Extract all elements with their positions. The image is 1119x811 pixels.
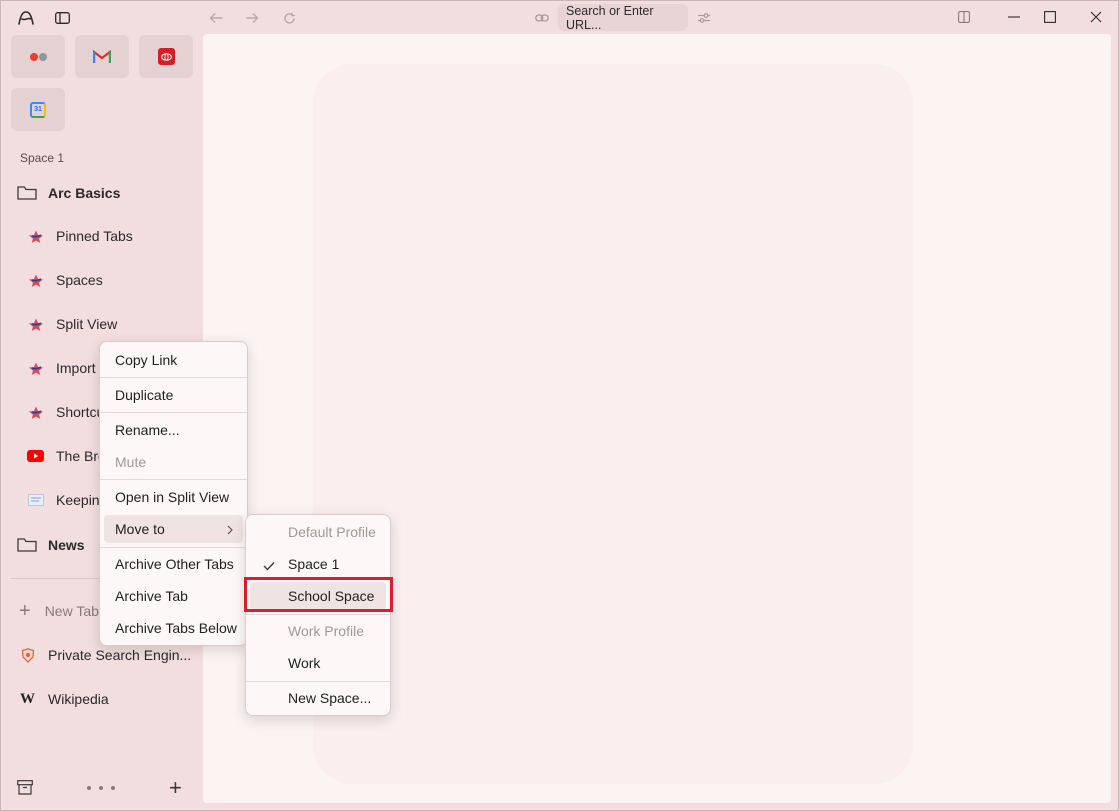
tab-label: Shortcu <box>56 404 105 420</box>
tab-label: Keepin <box>56 492 100 508</box>
split-view-icon[interactable] <box>951 5 977 29</box>
browser-window: Search or Enter URL... 31 Space 1 Arc Ba… <box>0 0 1119 811</box>
sidebar-bottom-bar: + <box>1 774 203 804</box>
plus-icon: + <box>19 600 31 622</box>
chevron-right-icon <box>227 522 233 538</box>
youtube-icon <box>27 449 44 463</box>
submenu-item-work-profile: Work Profile <box>288 623 364 639</box>
menu-item-open-split-view[interactable]: Open in Split View <box>104 483 243 511</box>
menu-item-archive-tab[interactable]: Archive Tab <box>104 582 243 610</box>
submenu-item-label: Space 1 <box>288 556 340 572</box>
folder-news[interactable]: News <box>17 533 85 557</box>
folder-icon <box>17 186 37 200</box>
tab-label: Spaces <box>56 272 103 288</box>
tab-keeping[interactable]: Keepin <box>27 489 100 511</box>
new-tab-button[interactable]: + New Tab <box>19 601 99 621</box>
more-options-icon[interactable] <box>87 786 115 790</box>
pinned-favorite-toyota[interactable] <box>139 35 193 78</box>
submenu-item-default-profile: Default Profile <box>288 524 376 540</box>
menu-item-rename[interactable]: Rename... <box>104 416 243 444</box>
tab-label: Split View <box>56 316 118 332</box>
address-bar[interactable]: Search or Enter URL... <box>558 4 688 32</box>
close-icon[interactable] <box>1083 5 1109 29</box>
folder-label: Arc Basics <box>48 185 121 201</box>
space-name-label: Space 1 <box>20 151 65 165</box>
folder-arc-basics[interactable]: Arc Basics <box>17 181 120 205</box>
arc-star-icon <box>27 361 44 375</box>
tab-wikipedia[interactable]: W Wikipedia <box>19 688 109 710</box>
tab-private-search[interactable]: Private Search Engin... <box>19 644 191 666</box>
brave-shield-icon <box>19 647 36 663</box>
menu-separator <box>100 412 247 413</box>
forward-arrow-icon[interactable] <box>241 7 263 29</box>
move-to-submenu: Default Profile Space 1 School Space Wor… <box>245 514 391 716</box>
site-controls-icon[interactable] <box>693 7 715 29</box>
tab-pinned-tabs[interactable]: Pinned Tabs <box>27 225 133 247</box>
arc-logo-icon[interactable] <box>15 7 37 29</box>
tab-label: Import <box>56 360 96 376</box>
new-tab-label: New Tab <box>44 603 99 619</box>
menu-separator <box>246 681 390 682</box>
folder-icon <box>17 538 37 552</box>
tab-label: Private Search Engin... <box>48 647 192 663</box>
submenu-item-school-space[interactable]: School Space <box>250 582 386 610</box>
toyota-icon <box>157 48 175 65</box>
back-arrow-icon[interactable] <box>205 7 227 29</box>
wikipedia-icon: W <box>20 690 35 707</box>
arc-star-icon <box>27 405 44 419</box>
arc-star-icon <box>27 229 44 243</box>
menu-item-copy-link[interactable]: Copy Link <box>104 346 243 374</box>
document-thumbnail-icon <box>27 493 44 507</box>
link-icon[interactable] <box>531 7 553 29</box>
flickr-icon <box>29 52 47 61</box>
menu-item-archive-other-tabs[interactable]: Archive Other Tabs <box>104 550 243 578</box>
menu-separator <box>246 614 390 615</box>
menu-item-mute: Mute <box>115 454 147 470</box>
menu-item-duplicate[interactable]: Duplicate <box>104 381 243 409</box>
tab-label: Wikipedia <box>48 691 109 707</box>
checkmark-icon <box>263 558 275 574</box>
reload-icon[interactable] <box>278 7 300 29</box>
folder-label: News <box>48 537 85 553</box>
tab-spaces[interactable]: Spaces <box>27 269 103 291</box>
minimize-icon[interactable] <box>1001 5 1027 29</box>
title-bar: Search or Enter URL... <box>1 1 1118 34</box>
pinned-favorite-calendar[interactable]: 31 <box>11 88 65 131</box>
menu-separator <box>100 479 247 480</box>
tab-split-view[interactable]: Split View <box>27 313 117 335</box>
gmail-icon <box>93 49 111 63</box>
menu-item-move-to[interactable]: Move to <box>104 515 243 543</box>
arc-star-icon <box>27 317 44 331</box>
content-placeholder <box>313 64 913 784</box>
menu-separator <box>100 547 247 548</box>
tab-import[interactable]: Import <box>27 357 96 379</box>
new-space-plus-icon[interactable]: + <box>169 777 182 799</box>
submenu-item-new-space[interactable]: New Space... <box>250 684 386 712</box>
tab-label: Pinned Tabs <box>56 228 133 244</box>
submenu-item-space-1[interactable]: Space 1 <box>250 550 386 578</box>
google-calendar-icon: 31 <box>30 101 46 118</box>
menu-item-archive-tabs-below[interactable]: Archive Tabs Below <box>104 614 243 642</box>
pinned-favorite-flickr[interactable] <box>11 35 65 78</box>
pinned-favorite-gmail[interactable] <box>75 35 129 78</box>
archive-icon[interactable] <box>17 780 33 800</box>
sidebar-toggle-icon[interactable] <box>51 7 73 29</box>
arc-star-icon <box>27 273 44 287</box>
menu-item-label: Move to <box>115 521 165 537</box>
tab-context-menu: Copy Link Duplicate Rename... Mute Open … <box>99 341 248 646</box>
tab-shortcuts[interactable]: Shortcu <box>27 401 104 423</box>
maximize-icon[interactable] <box>1037 5 1063 29</box>
submenu-item-work[interactable]: Work <box>250 649 386 677</box>
tab-youtube[interactable]: The Bro <box>27 445 106 467</box>
menu-separator <box>100 377 247 378</box>
